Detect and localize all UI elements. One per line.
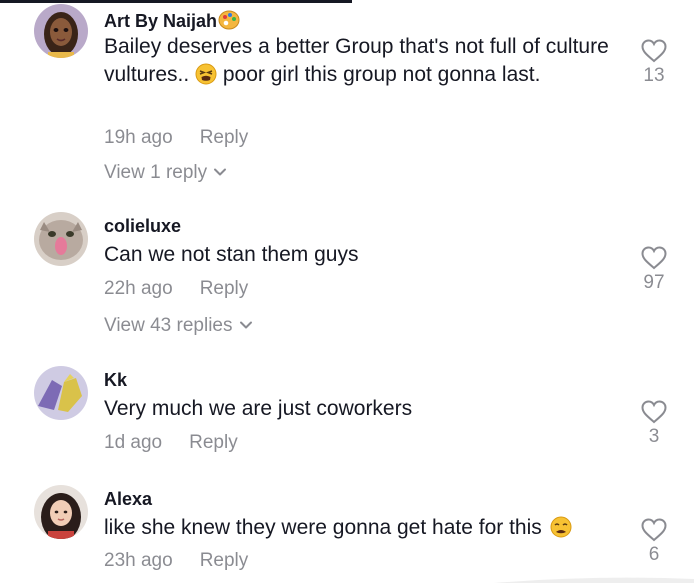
like-count: 97 <box>643 272 665 293</box>
tired-face-icon <box>195 63 217 85</box>
view-replies-label: View 1 reply <box>104 162 208 183</box>
chevron-down-icon <box>239 321 252 329</box>
heart-icon[interactable] <box>641 39 667 63</box>
top-divider <box>0 0 352 3</box>
comment-username[interactable]: colieluxe <box>104 216 181 237</box>
comment-time: 22h ago <box>104 278 173 299</box>
heart-icon[interactable] <box>641 400 667 424</box>
comment-time: 23h ago <box>104 550 173 571</box>
reply-button[interactable]: Reply <box>189 432 238 453</box>
like-count: 13 <box>643 65 665 86</box>
like-button[interactable]: 13 <box>636 39 672 87</box>
comment-username[interactable]: Alexa <box>104 489 152 510</box>
comment-text-part: like she knew they were gonna get hate f… <box>104 516 542 539</box>
weary-face-icon <box>550 516 572 538</box>
comment-username[interactable]: Kk <box>104 370 127 391</box>
comment-text: like she knew they were gonna get hate f… <box>104 514 614 542</box>
avatar[interactable] <box>34 4 88 58</box>
comment-time: 1d ago <box>104 432 163 453</box>
avatar[interactable] <box>34 212 88 266</box>
comment-meta: 1d ago Reply <box>104 432 238 454</box>
comment-username[interactable]: Art By Naijah <box>104 9 240 32</box>
chevron-down-icon <box>214 168 227 176</box>
like-button[interactable]: 3 <box>636 400 672 448</box>
heart-icon[interactable] <box>641 246 667 270</box>
comment-meta: 19h ago Reply <box>104 127 248 149</box>
like-count: 3 <box>648 426 660 447</box>
avatar[interactable] <box>34 485 88 539</box>
comment-text: Very much we are just coworkers <box>104 397 413 420</box>
comment-time: 19h ago <box>104 127 173 148</box>
artist-palette-icon <box>218 9 240 31</box>
reply-button[interactable]: Reply <box>200 550 249 571</box>
heart-icon[interactable] <box>641 518 667 542</box>
comment-text: Can we not stan them guys <box>104 243 359 266</box>
comment-meta: 22h ago Reply <box>104 278 248 300</box>
like-button[interactable]: 97 <box>636 246 672 294</box>
comment-text-part: poor girl this group not gonna last. <box>217 63 541 86</box>
reply-button[interactable]: Reply <box>200 278 249 299</box>
comment-meta: 23h ago Reply <box>104 550 248 572</box>
view-replies-label: View 43 replies <box>104 315 233 336</box>
avatar[interactable] <box>34 366 88 420</box>
like-button[interactable]: 6 <box>636 518 672 566</box>
like-count: 6 <box>648 544 660 565</box>
bottom-edge-decoration <box>494 577 694 583</box>
view-replies-button[interactable]: View 43 replies <box>104 315 253 337</box>
username-text: Art By Naijah <box>104 11 218 31</box>
view-replies-button[interactable]: View 1 reply <box>104 162 227 184</box>
comment-text: Bailey deserves a better Group that's no… <box>104 33 614 89</box>
reply-button[interactable]: Reply <box>200 127 249 148</box>
